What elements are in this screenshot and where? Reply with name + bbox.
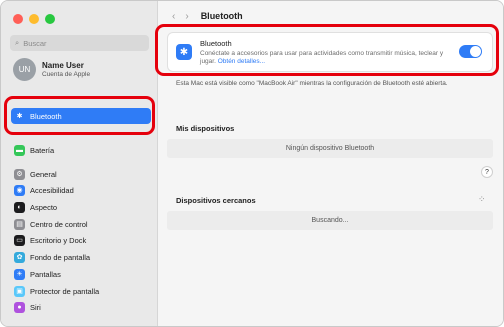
displays-icon: ☀ [14,268,25,280]
appearance-icon: ◐ [14,201,25,213]
search-icon: ⌕ [15,38,20,47]
sidebar-item-label: Batería [30,145,55,155]
my-devices-header: Mis dispositivos [176,124,235,133]
sidebar-item-label: Accesibilidad [30,185,74,195]
sidebar: ⌕ Buscar UN Name User Cuenta de Apple ✱ … [1,1,158,326]
dock-icon: ▭ [14,234,25,246]
sidebar-item-label: Escritorio y Dock [30,235,87,245]
help-button[interactable]: ? [481,166,493,178]
sidebar-item-wallpaper[interactable]: ✿ Fondo de pantalla [11,249,151,265]
sidebar-item-battery[interactable]: ▬ Batería [11,142,151,158]
page-title: Bluetooth [200,11,243,21]
nearby-searching-row: Buscando... [167,211,493,230]
spinner-icon: ⁘ [478,194,486,204]
minimize-button[interactable] [29,14,39,24]
back-button[interactable]: ‹ [172,11,175,22]
avatar: UN [13,58,36,81]
gear-icon: ⚙ [14,168,25,180]
sidebar-item-accessibility[interactable]: ◉ Accesibilidad [11,182,151,198]
search-placeholder: Buscar [23,38,47,48]
my-devices-empty: Ningún dispositivo Bluetooth [167,139,493,158]
sidebar-item-displays[interactable]: ☀ Pantallas [11,266,151,282]
sidebar-item-label: Aspecto [30,202,58,212]
sidebar-item-label: Fondo de pantalla [30,252,91,262]
siri-icon: ● [14,301,25,313]
sidebar-item-screensaver[interactable]: ▣ Protector de pantalla [11,283,151,299]
user-subtitle: Cuenta de Apple [42,71,91,78]
highlight-sidebar-bluetooth [4,96,155,135]
wallpaper-icon: ✿ [14,251,25,263]
battery-icon: ▬ [14,144,25,156]
highlight-bluetooth-toggle [155,24,499,76]
sidebar-item-label: Protector de pantalla [30,286,100,296]
forward-button[interactable]: › [185,11,188,22]
sidebar-item-control-center[interactable]: ▤ Centro de control [11,216,151,232]
sidebar-item-siri[interactable]: ● Siri [11,299,151,315]
sidebar-item-label: Centro de control [30,219,88,229]
close-button[interactable] [13,14,23,24]
search-input[interactable]: ⌕ Buscar [10,35,149,51]
screensaver-icon: ▣ [14,285,25,297]
sidebar-item-label: Pantallas [30,269,61,279]
sidebar-item-desktop-dock[interactable]: ▭ Escritorio y Dock [11,232,151,248]
zoom-button[interactable] [45,14,55,24]
sidebar-item-general[interactable]: ⚙ General [11,166,151,182]
sidebar-item-appearance[interactable]: ◐ Aspecto [11,199,151,215]
sidebar-item-label: General [30,169,57,179]
user-name: Name User [42,61,84,70]
accessibility-icon: ◉ [14,184,25,196]
sidebar-item-label: Siri [30,302,41,312]
nearby-devices-header: Dispositivos cercanos [176,196,256,205]
traffic-lights [13,14,55,24]
visibility-note: Esta Mac está visible como "MacBook Air"… [176,80,448,87]
control-center-icon: ▤ [14,218,25,230]
apple-account[interactable]: UN Name User Cuenta de Apple [13,58,90,81]
